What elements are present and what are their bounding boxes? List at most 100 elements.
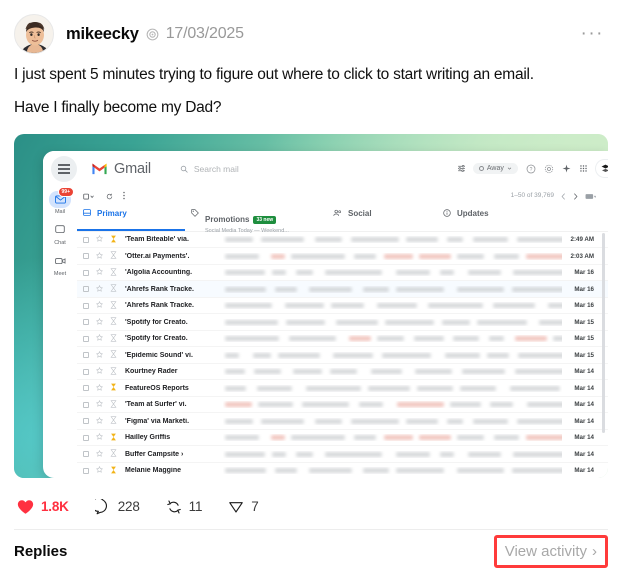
gmail-menu-icon[interactable] [51, 155, 77, 182]
blurred-text [289, 336, 336, 342]
row-checkbox[interactable] [83, 269, 89, 276]
table-row[interactable]: 'Team at Surfer' vi. Mar 14 [77, 397, 608, 414]
star-icon[interactable] [95, 416, 104, 426]
star-icon[interactable] [95, 301, 104, 310]
row-checkbox[interactable] [83, 253, 89, 260]
star-icon[interactable] [95, 433, 104, 442]
input-tools-icon[interactable] [585, 187, 597, 205]
prev-page-icon[interactable] [561, 187, 566, 205]
comment-button[interactable]: 228 [94, 498, 140, 515]
blurred-text [254, 369, 281, 375]
important-marker-icon[interactable] [110, 268, 118, 278]
blurred-text [377, 336, 404, 342]
next-page-icon[interactable] [573, 187, 578, 205]
important-marker-icon[interactable] [110, 383, 118, 393]
table-row[interactable]: 'Epidemic Sound' vi. Mar 15 [77, 347, 608, 364]
row-checkbox[interactable] [83, 434, 89, 441]
important-marker-icon[interactable] [110, 334, 118, 344]
table-row[interactable]: Buffer Campsite › Mar 14 [77, 446, 608, 463]
row-checkbox[interactable] [83, 352, 89, 359]
row-checkbox[interactable] [83, 236, 89, 243]
important-marker-icon[interactable] [110, 301, 118, 311]
star-icon[interactable] [95, 334, 104, 343]
important-marker-icon[interactable] [110, 251, 118, 261]
like-button[interactable]: 1.8K [17, 499, 69, 515]
rail-item-mail[interactable]: 99+ Mail [49, 186, 74, 215]
post-author-name[interactable]: mikeecky [66, 25, 139, 44]
row-checkbox[interactable] [83, 467, 89, 474]
important-marker-icon[interactable] [110, 433, 118, 443]
share-button[interactable]: 7 [228, 499, 259, 515]
row-checkbox[interactable] [83, 418, 89, 425]
more-actions-icon[interactable] [122, 187, 126, 205]
gmail-search-bar[interactable]: Search mail [172, 157, 473, 180]
table-row[interactable]: 'Spotify for Creato. Mar 15 [77, 314, 608, 331]
important-marker-icon[interactable] [110, 466, 118, 476]
avatar[interactable] [14, 14, 54, 54]
star-icon[interactable] [95, 466, 104, 475]
important-marker-icon[interactable] [110, 367, 118, 377]
important-marker-icon[interactable] [110, 350, 118, 360]
refresh-icon[interactable] [106, 187, 113, 205]
star-icon[interactable] [95, 449, 104, 459]
tab-updates[interactable]: Updates [437, 206, 547, 231]
replies-section-header: Replies View activity › [14, 530, 608, 574]
important-marker-icon[interactable] [110, 416, 118, 426]
tab-promotions[interactable]: Promotions 33 new Social Media Today — We… [185, 206, 327, 234]
table-row[interactable]: 'Team Biteable' via. 2:49 AM [77, 232, 608, 249]
star-icon[interactable] [95, 367, 104, 376]
buffer-extension-badge[interactable]: Buffer [595, 160, 608, 178]
rail-item-meet[interactable]: Meet [49, 253, 71, 277]
blurred-text [468, 270, 501, 276]
rail-item-chat[interactable]: Chat [49, 222, 71, 246]
important-marker-icon[interactable] [110, 449, 118, 459]
star-icon[interactable] [95, 350, 104, 360]
tab-social[interactable]: Social [327, 206, 437, 231]
table-row[interactable]: 'Ahrefs Rank Tracke. Mar 16 [77, 298, 608, 315]
help-icon[interactable]: ? [526, 164, 536, 174]
tab-primary[interactable]: Primary [77, 206, 185, 231]
row-checkbox[interactable] [83, 451, 89, 458]
row-checkbox[interactable] [83, 319, 89, 326]
blurred-text [440, 270, 454, 276]
table-row[interactable]: 'Figma' via Marketi. Mar 14 [77, 413, 608, 430]
star-icon[interactable] [95, 284, 104, 294]
table-row[interactable]: Hailley Griffis Mar 14 [77, 430, 608, 447]
row-checkbox[interactable] [83, 368, 89, 375]
blurred-text [293, 369, 322, 375]
search-filter-icon[interactable] [457, 160, 466, 178]
table-row[interactable]: Melanie Maggine Mar 14 [77, 463, 608, 478]
gear-icon[interactable] [544, 164, 554, 174]
gemini-sparkle-icon[interactable] [562, 164, 571, 173]
row-checkbox[interactable] [83, 302, 89, 309]
row-checkbox[interactable] [83, 286, 89, 293]
table-row[interactable]: 'Ahrefs Rank Tracke. Mar 16 [77, 281, 608, 298]
select-all-checkbox[interactable] [83, 187, 97, 205]
star-icon[interactable] [95, 383, 104, 393]
row-checkbox[interactable] [83, 401, 89, 408]
row-checkbox[interactable] [83, 385, 89, 392]
star-icon[interactable] [95, 400, 104, 409]
table-row[interactable]: Kourtney Rader Mar 14 [77, 364, 608, 381]
star-icon[interactable] [95, 251, 104, 261]
apps-grid-icon[interactable] [579, 164, 588, 173]
post-more-options-icon[interactable]: ··· [581, 24, 608, 43]
view-activity-button[interactable]: View activity › [493, 535, 608, 569]
repost-button[interactable]: 11 [166, 499, 202, 515]
star-icon[interactable] [95, 317, 104, 327]
post-media-image[interactable]: Gmail Search mail Away ? 99+ Mail Chat M… [14, 133, 608, 478]
important-marker-icon[interactable] [110, 317, 118, 327]
star-icon[interactable] [95, 235, 104, 244]
row-checkbox[interactable] [83, 335, 89, 342]
important-marker-icon[interactable] [110, 235, 118, 245]
email-subject-preview [223, 302, 562, 309]
email-list-scrollbar[interactable] [602, 232, 605, 433]
table-row[interactable]: FeatureOS Reports Mar 14 [77, 380, 608, 397]
gmail-status-chip[interactable]: Away [472, 163, 518, 175]
important-marker-icon[interactable] [110, 284, 118, 294]
star-icon[interactable] [95, 268, 104, 277]
table-row[interactable]: 'Otter.ai Payments'. 2:03 AM [77, 248, 608, 265]
important-marker-icon[interactable] [110, 400, 118, 410]
table-row[interactable]: 'Algolia Accounting. Mar 16 [77, 265, 608, 282]
table-row[interactable]: 'Spotify for Creato. Mar 15 [77, 331, 608, 348]
